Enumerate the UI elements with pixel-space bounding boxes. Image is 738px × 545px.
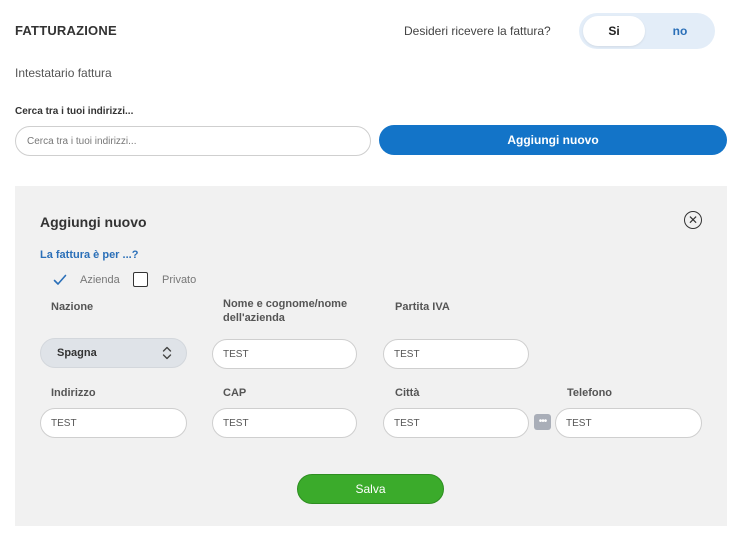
cap-label: CAP	[223, 387, 247, 399]
name-label: Nome e cognome/nome dell'azienda	[223, 297, 347, 325]
section-subtitle: Intestatario fattura	[15, 66, 112, 80]
option-privato-label: Privato	[162, 274, 197, 286]
invoice-question: Desideri ricevere la fattura?	[404, 24, 551, 38]
country-select-value: Spagna	[57, 347, 97, 359]
partita-iva-input[interactable]	[383, 339, 529, 369]
address-search-input[interactable]	[15, 126, 371, 156]
toggle-yes[interactable]: Si	[583, 16, 645, 46]
panel-title: Aggiungi nuovo	[40, 214, 147, 230]
partita-iva-label: Partita IVA	[395, 301, 450, 313]
more-options-icon[interactable]: •••	[534, 414, 551, 430]
indirizzo-label: Indirizzo	[51, 387, 96, 399]
name-label-line1: Nome e cognome/nome	[223, 298, 348, 310]
invoice-toggle: Si no	[579, 13, 715, 49]
chevron-updown-icon	[162, 346, 172, 360]
close-icon[interactable]: ✕	[684, 211, 702, 229]
checkmark-icon[interactable]	[53, 273, 67, 287]
toggle-no[interactable]: no	[649, 16, 711, 46]
telefono-input[interactable]	[555, 408, 702, 438]
indirizzo-input[interactable]	[40, 408, 187, 438]
search-label: Cerca tra i tuoi indirizzi...	[15, 106, 134, 117]
privato-checkbox[interactable]	[133, 272, 148, 287]
add-address-panel: Aggiungi nuovo ✕ La fattura è per ...? A…	[15, 186, 727, 526]
name-label-line2: dell'azienda	[223, 312, 285, 324]
telefono-label: Telefono	[567, 387, 613, 399]
add-new-button[interactable]: Aggiungi nuovo	[379, 125, 727, 155]
nazione-label: Nazione	[51, 301, 94, 313]
save-button[interactable]: Salva	[297, 474, 444, 504]
citta-input[interactable]	[383, 408, 529, 438]
cap-input[interactable]	[212, 408, 357, 438]
citta-label: Città	[395, 387, 420, 399]
option-azienda-label: Azienda	[80, 274, 120, 286]
invoice-for-label: La fattura è per ...?	[40, 249, 139, 261]
page-title: FATTURAZIONE	[15, 23, 117, 38]
country-select[interactable]: Spagna	[40, 338, 187, 368]
name-input[interactable]	[212, 339, 357, 369]
